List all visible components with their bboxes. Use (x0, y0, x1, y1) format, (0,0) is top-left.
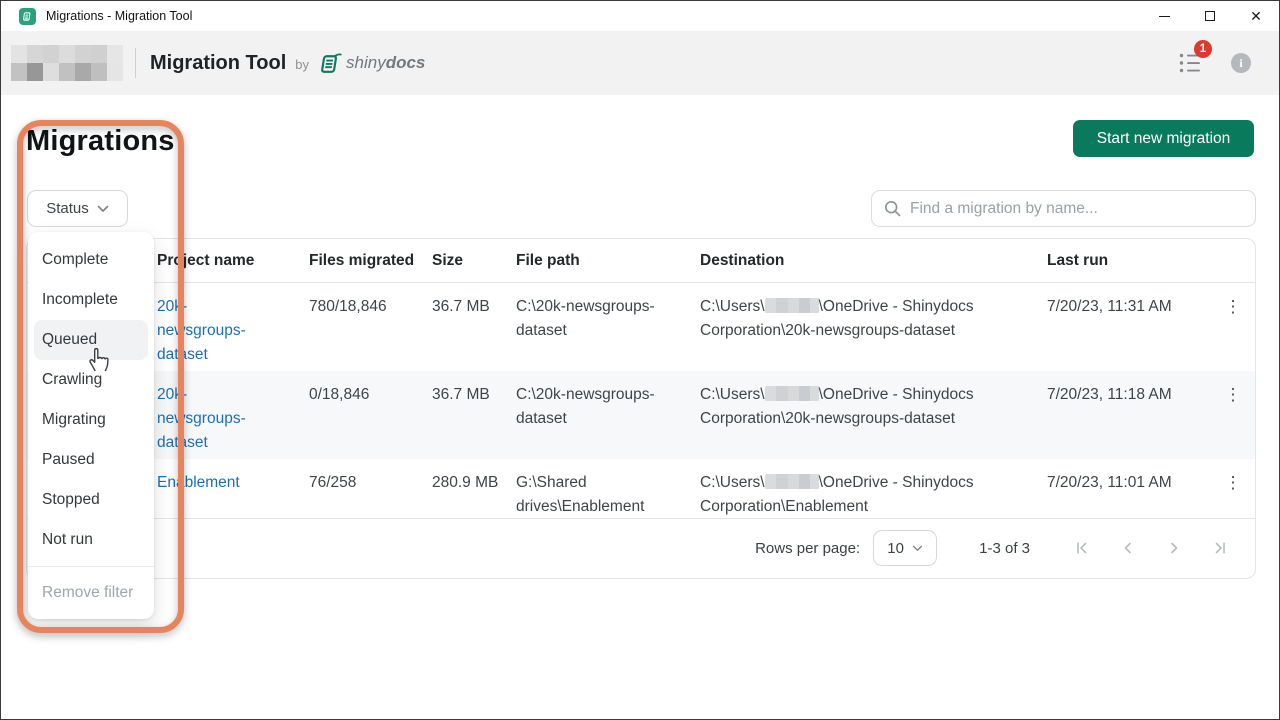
by-label: by (295, 57, 309, 72)
filter-option-complete[interactable]: Complete (28, 240, 154, 280)
migrations-table: Project name Files migrated Size File pa… (26, 238, 1256, 579)
table-header-row: Project name Files migrated Size File pa… (27, 239, 1255, 283)
row-menu-button[interactable]: ⋮ (1220, 293, 1246, 319)
pagination-controls (1074, 541, 1227, 556)
rows-per-page-select[interactable]: 10 (873, 530, 937, 566)
app-header: Migration Tool by shinydocs 1 i (1, 31, 1279, 95)
filter-option-not-run[interactable]: Not run (28, 520, 154, 560)
remove-filter-option[interactable]: Remove filter (28, 573, 154, 613)
table-row: Enablement 76/258 280.9 MB G:\Shared dri… (27, 459, 1255, 519)
start-new-migration-button[interactable]: Start new migration (1073, 120, 1254, 157)
filter-option-incomplete[interactable]: Incomplete (28, 280, 154, 320)
redacted-logo (11, 45, 123, 81)
page-title: Migrations (26, 125, 175, 158)
shinydocs-glyph (317, 50, 344, 77)
header-divider (135, 48, 136, 78)
last-page-icon (1213, 541, 1227, 555)
col-files-migrated: Files migrated (309, 252, 432, 270)
redacted-username (765, 474, 819, 489)
cell-destination: C:\Users\\OneDrive - Shinydocs Corporati… (700, 459, 1047, 519)
minimize-button[interactable] (1141, 1, 1187, 31)
search-box (871, 190, 1256, 227)
row-menu-button[interactable]: ⋮ (1220, 469, 1246, 495)
cell-file-path: G:\Shared drives\Enablement (516, 459, 700, 519)
cell-file-path: C:\20k-newsgroups-dataset (516, 371, 700, 431)
chevron-down-icon (97, 205, 109, 213)
shinydocs-logo: shinydocs (317, 50, 425, 77)
status-filter-label: Status (46, 200, 89, 217)
info-icon: i (1239, 56, 1242, 71)
next-page-button[interactable] (1166, 541, 1181, 556)
minimize-icon (1159, 16, 1170, 17)
maximize-button[interactable] (1187, 1, 1233, 31)
brand-text: shinydocs (346, 53, 425, 73)
notifications-button[interactable]: 1 (1179, 52, 1203, 74)
title-bar: Migrations - Migration Tool ✕ (1, 1, 1279, 31)
cell-size: 36.7 MB (432, 283, 516, 319)
cell-files-migrated: 0/18,846 (309, 371, 432, 407)
col-last-run: Last run (1047, 252, 1202, 270)
col-destination: Destination (700, 252, 1047, 270)
filter-option-migrating[interactable]: Migrating (28, 400, 154, 440)
rows-per-page-label: Rows per page: (755, 540, 860, 557)
cell-size: 36.7 MB (432, 371, 516, 407)
row-menu-button[interactable]: ⋮ (1220, 381, 1246, 407)
first-page-icon (1075, 541, 1089, 555)
window-title: Migrations - Migration Tool (46, 9, 1141, 23)
menu-divider (28, 566, 154, 567)
cell-destination: C:\Users\\OneDrive - Shinydocs Corporati… (700, 371, 1047, 431)
filter-option-paused[interactable]: Paused (28, 440, 154, 480)
search-input[interactable] (910, 200, 1243, 218)
cell-size: 280.9 MB (432, 459, 516, 495)
search-icon (884, 200, 901, 217)
col-project-name: Project name (157, 252, 309, 270)
redacted-username (765, 386, 819, 401)
notification-badge: 1 (1194, 40, 1212, 58)
cell-last-run: 7/20/23, 11:31 AM (1047, 283, 1202, 319)
project-link[interactable]: Enablement (157, 471, 240, 495)
col-size: Size (432, 252, 516, 270)
project-link[interactable]: 20k-newsgroups-dataset (157, 383, 269, 455)
app-title: Migration Tool (150, 52, 286, 75)
filter-option-stopped[interactable]: Stopped (28, 480, 154, 520)
chevron-down-icon (912, 545, 923, 552)
pagination-range: 1-3 of 3 (979, 540, 1030, 557)
info-button[interactable]: i (1231, 53, 1251, 73)
table-row: 20k-newsgroups-dataset 0/18,846 36.7 MB … (27, 371, 1255, 459)
filter-option-crawling[interactable]: Crawling (28, 360, 154, 400)
shinydocs-glyph-small (22, 11, 33, 22)
project-link[interactable]: 20k-newsgroups-dataset (157, 295, 269, 367)
cell-destination: C:\Users\\OneDrive - Shinydocs Corporati… (700, 283, 1047, 343)
app-window: Migrations - Migration Tool ✕ Migration … (0, 0, 1280, 720)
first-page-button[interactable] (1074, 541, 1089, 556)
cell-last-run: 7/20/23, 11:01 AM (1047, 459, 1202, 495)
previous-page-button[interactable] (1120, 541, 1135, 556)
status-filter-button[interactable]: Status (27, 190, 128, 227)
maximize-icon (1205, 11, 1215, 21)
filter-option-queued[interactable]: Queued (34, 320, 148, 360)
cell-files-migrated: 76/258 (309, 459, 432, 495)
cell-files-migrated: 780/18,846 (309, 283, 432, 319)
close-button[interactable]: ✕ (1233, 1, 1279, 31)
status-filter-menu: Complete Incomplete Queued Crawling Migr… (28, 232, 154, 619)
main-content: Migrations Start new migration Status Pr… (1, 95, 1279, 720)
redacted-username (765, 298, 819, 313)
close-icon: ✕ (1250, 9, 1262, 23)
cell-file-path: C:\20k-newsgroups-dataset (516, 283, 700, 343)
chevron-left-icon (1121, 541, 1135, 555)
last-page-button[interactable] (1212, 541, 1227, 556)
cell-last-run: 7/20/23, 11:18 AM (1047, 371, 1202, 407)
table-footer: Rows per page: 10 1-3 of 3 (27, 518, 1255, 578)
app-icon (19, 8, 36, 25)
col-file-path: File path (516, 252, 700, 270)
chevron-right-icon (1167, 541, 1181, 555)
table-row: 20k-newsgroups-dataset 780/18,846 36.7 M… (27, 283, 1255, 371)
